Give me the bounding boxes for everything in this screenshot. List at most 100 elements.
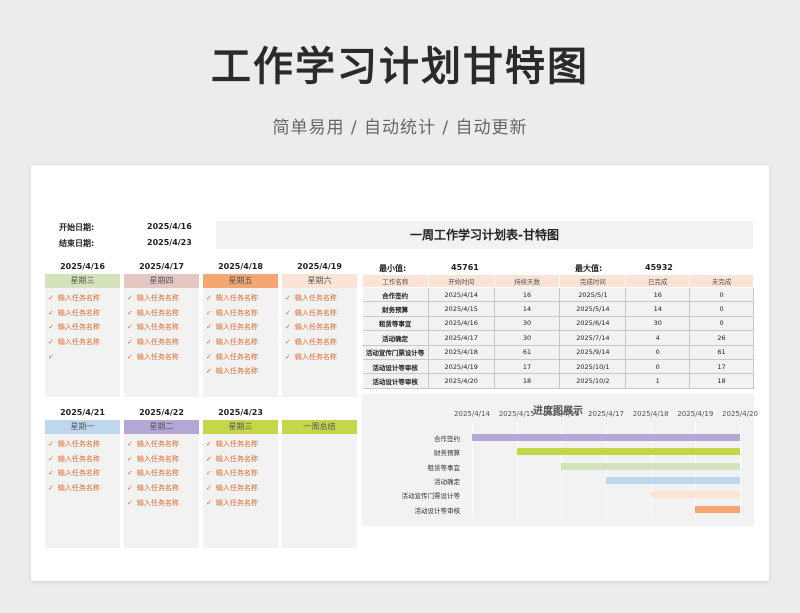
task-label: 输入任务名称 <box>57 308 100 317</box>
table-cell[interactable]: 14 <box>625 301 691 317</box>
task-item[interactable]: ✓ 输入任务名称 <box>203 350 278 365</box>
gantt-chart: 进度图展示 2025/4/14 2025/4/15 2025/4/16 2025/4/… <box>362 394 758 526</box>
start-date-value[interactable]: 2025/4/16 <box>147 222 192 231</box>
checkmark-icon: ✓ <box>48 323 54 332</box>
table-cell[interactable]: 财务预算 <box>362 301 429 317</box>
table-cell[interactable]: 17 <box>494 359 561 375</box>
task-item[interactable]: ✓ 输入任务名称 <box>124 481 199 496</box>
table-cell[interactable]: 0 <box>625 359 691 375</box>
task-item[interactable]: ✓ 输入任务名称 <box>124 306 199 321</box>
task-item[interactable]: ✓ 输入任务名称 <box>203 306 278 321</box>
table-cell[interactable]: 2025/4/14 <box>428 287 495 303</box>
table-cell[interactable]: 2025/4/17 <box>428 330 495 346</box>
end-date-value[interactable]: 2025/4/23 <box>147 238 192 247</box>
table-cell[interactable]: 2025/10/2 <box>559 373 627 389</box>
table-cell[interactable]: 2025/4/18 <box>428 345 495 360</box>
task-item[interactable]: ✓ 输入任务名称 <box>203 481 278 496</box>
task-item[interactable]: ✓ 输入任务名称 <box>203 452 278 467</box>
task-item[interactable]: ✓ 输入任务名称 <box>124 466 199 481</box>
task-label: 输入任务名称 <box>57 484 100 493</box>
task-label: 输入任务名称 <box>215 338 258 347</box>
table-cell[interactable]: 17 <box>689 359 754 375</box>
checkmark-icon: ✓ <box>206 294 212 302</box>
category-label: 合作签约 <box>434 435 460 443</box>
table-cell[interactable]: 合作签约 <box>362 287 429 303</box>
table-cell[interactable]: 0 <box>689 287 754 303</box>
task-item[interactable]: ✓ <box>45 350 120 365</box>
task-item[interactable]: ✓ 输入任务名称 <box>203 437 278 452</box>
table-row: 活动设计等审核 2025/4/20 18 2025/10/2 1 18 <box>362 373 754 389</box>
task-item[interactable]: ✓ 输入任务名称 <box>124 320 199 335</box>
table-cell[interactable]: 0 <box>625 345 691 360</box>
task-label: 输入任务名称 <box>136 323 179 332</box>
task-item[interactable]: ✓ 输入任务名称 <box>45 335 120 350</box>
checkmark-icon: ✓ <box>127 352 133 361</box>
table-cell[interactable]: 30 <box>625 316 691 332</box>
task-label: 输入任务名称 <box>136 484 179 493</box>
day-task-list: ✓ 输入任务名称 ✓ 输入任务名称 ✓ 输入任务名称 ✓ 输入任务名称 ✓ 输入任务名称 <box>124 434 199 548</box>
task-item[interactable]: ✓ 输入任务名称 <box>45 466 120 481</box>
task-item[interactable]: ✓ 输入任务名称 <box>282 335 357 350</box>
min-value: 45761 <box>451 263 479 272</box>
table-cell[interactable]: 2025/4/19 <box>428 359 495 375</box>
table-cell[interactable]: 16 <box>494 287 561 303</box>
category-label: 租赁等事宜 <box>427 463 461 472</box>
table-cell[interactable]: 0 <box>689 316 754 332</box>
task-item[interactable]: ✓ 输入任务名称 <box>45 437 120 452</box>
column-header: 开始时间 <box>427 274 495 288</box>
table-cell[interactable]: 61 <box>494 345 561 360</box>
task-item[interactable]: ✓ 输入任务名称 <box>124 291 199 306</box>
table-cell[interactable]: 2025/4/20 <box>428 373 495 389</box>
task-item[interactable]: ✓ 输入任务名称 <box>282 320 357 335</box>
table-cell[interactable]: 61 <box>689 345 754 360</box>
task-item[interactable]: ✓ 输入任务名称 <box>124 496 199 511</box>
table-cell[interactable]: 30 <box>494 316 561 332</box>
day-date: 2025/4/16 <box>60 262 105 271</box>
table-cell[interactable]: 2025/5/1 <box>559 287 627 303</box>
task-item[interactable]: ✓ 输入任务名称 <box>282 350 357 365</box>
table-cell[interactable]: 0 <box>689 301 754 317</box>
table-cell[interactable]: 16 <box>625 287 691 303</box>
task-item[interactable]: ✓ 输入任务名称 <box>45 320 120 335</box>
task-item[interactable]: ✓ 输入任务名称 <box>203 291 278 306</box>
table-cell[interactable]: 活动宣传门票设计等 <box>362 345 429 360</box>
task-label: 输入任务名称 <box>215 484 258 493</box>
task-item[interactable]: ✓ 输入任务名称 <box>282 306 357 321</box>
task-item[interactable]: ✓ 输入任务名称 <box>203 496 278 511</box>
table-cell[interactable]: 2025/7/14 <box>559 330 627 346</box>
table-cell[interactable]: 2025/4/15 <box>428 301 495 317</box>
task-item[interactable]: ✓ 输入任务名称 <box>203 466 278 481</box>
table-cell[interactable]: 2025/6/14 <box>559 316 627 332</box>
task-item[interactable]: ✓ 输入任务名称 <box>124 350 199 365</box>
task-label: 输入任务名称 <box>136 440 179 448</box>
table-cell[interactable]: 租赁等事宜 <box>362 316 429 332</box>
table-cell[interactable]: 26 <box>689 330 754 346</box>
table-cell[interactable]: 14 <box>494 301 561 317</box>
table-cell[interactable]: 2025/4/16 <box>428 316 495 332</box>
table-cell[interactable]: 2025/10/1 <box>559 359 627 375</box>
task-item[interactable]: ✓ 输入任务名称 <box>45 291 120 306</box>
task-item[interactable]: ✓ 输入任务名称 <box>45 452 120 467</box>
table-cell[interactable]: 18 <box>494 373 561 389</box>
table-cell[interactable]: 活动确定 <box>362 330 429 346</box>
checkmark-icon: ✓ <box>206 469 212 478</box>
task-item[interactable]: ✓ 输入任务名称 <box>45 481 120 496</box>
category-label: 活动宣传门票设计等 <box>401 492 461 501</box>
task-item[interactable]: ✓ 输入任务名称 <box>203 364 278 379</box>
task-item[interactable]: ✓ 输入任务名称 <box>124 437 199 452</box>
task-item[interactable]: ✓ 输入任务名称 <box>282 291 357 306</box>
page-title: 工作学习计划甘特图 <box>211 44 589 90</box>
table-cell[interactable]: 活动设计等审核 <box>362 359 429 375</box>
table-cell[interactable]: 1 <box>625 373 691 389</box>
task-item[interactable]: ✓ 输入任务名称 <box>124 452 199 467</box>
table-cell[interactable]: 30 <box>494 330 561 346</box>
table-cell[interactable]: 活动设计等审核 <box>362 373 429 389</box>
task-item[interactable]: ✓ 输入任务名称 <box>203 335 278 350</box>
task-item[interactable]: ✓ 输入任务名称 <box>203 320 278 335</box>
task-item[interactable]: ✓ 输入任务名称 <box>124 335 199 350</box>
task-item[interactable]: ✓ 输入任务名称 <box>45 306 120 321</box>
table-cell[interactable]: 2025/5/14 <box>559 301 627 317</box>
table-cell[interactable]: 2025/9/14 <box>559 345 627 360</box>
table-cell[interactable]: 18 <box>689 373 754 389</box>
table-cell[interactable]: 4 <box>625 330 691 346</box>
